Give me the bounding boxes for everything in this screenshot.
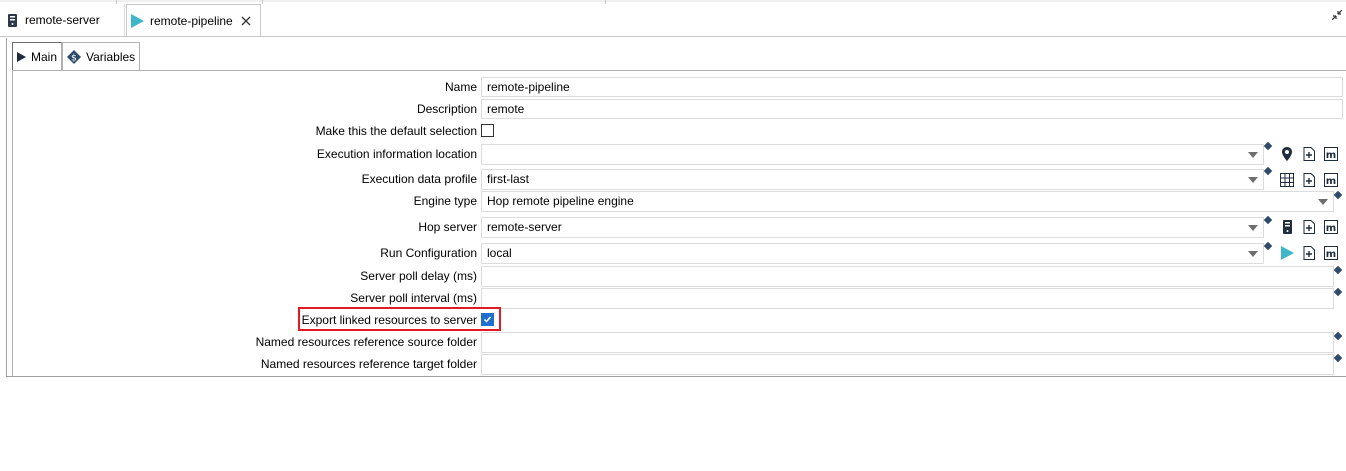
variable-marker-icon	[1263, 215, 1273, 225]
description-row: Description remote	[0, 99, 1346, 121]
execution-profile-label: Execution data profile	[361, 172, 477, 186]
hop-server-combo[interactable]: remote-server	[481, 217, 1264, 238]
new-file-icon[interactable]	[1301, 172, 1317, 188]
metadata-icon[interactable]: m	[1323, 146, 1339, 162]
server-icon	[8, 13, 17, 27]
execution-profile-row: Execution data profile first-last m	[0, 166, 1346, 191]
execution-info-label: Execution information location	[316, 147, 477, 161]
dropdown-arrow-icon[interactable]	[1248, 251, 1258, 257]
named-target-label: Named resources reference target folder	[260, 357, 477, 371]
execution-profile-combo[interactable]: first-last	[481, 169, 1264, 190]
name-row: Name remote-pipeline	[0, 77, 1346, 99]
description-label: Description	[416, 102, 477, 116]
default-selection-label: Make this the default selection	[315, 124, 477, 138]
variable-marker-icon	[1333, 190, 1343, 200]
hop-server-label: Hop server	[418, 220, 477, 234]
tab-main-label: Main	[31, 49, 58, 64]
svg-text:m: m	[1326, 223, 1336, 234]
engine-type-row: Engine type Hop remote pipeline engine	[0, 190, 1346, 213]
metadata-icon[interactable]: m	[1323, 172, 1339, 188]
tab-label: remote-pipeline	[150, 14, 233, 28]
tab-divider	[262, 0, 263, 4]
run-icon[interactable]	[1279, 245, 1295, 261]
hop-server-value: remote-server	[487, 220, 562, 234]
new-file-icon[interactable]	[1301, 245, 1317, 261]
svg-text:m: m	[1326, 249, 1336, 260]
tab-remote-pipeline[interactable]: remote-pipeline	[126, 4, 261, 37]
execution-profile-value: first-last	[487, 172, 529, 186]
new-file-icon[interactable]	[1301, 146, 1317, 162]
engine-type-value: Hop remote pipeline engine	[487, 194, 634, 208]
svg-text:m: m	[1326, 150, 1336, 161]
variable-marker-icon	[1333, 265, 1343, 275]
named-source-row: Named resources reference source folder	[0, 331, 1346, 354]
pipeline-icon	[131, 14, 144, 28]
restore-icon[interactable]	[1331, 9, 1343, 23]
named-source-label: Named resources reference source folder	[255, 335, 477, 349]
highlight-box	[298, 307, 501, 331]
tab-bar-top-border	[0, 0, 1346, 2]
engine-type-label: Engine type	[413, 194, 477, 208]
grid-icon[interactable]	[1279, 172, 1295, 188]
location-pin-icon[interactable]	[1279, 146, 1295, 162]
tab-bar-underline	[0, 36, 1346, 37]
tab-main[interactable]: Main	[12, 42, 63, 70]
run-configuration-value: local	[487, 246, 512, 260]
variable-marker-icon	[1263, 141, 1273, 151]
dropdown-arrow-icon[interactable]	[1248, 225, 1258, 231]
default-selection-checkbox[interactable]	[481, 124, 494, 137]
poll-delay-row: Server poll delay (ms)	[0, 265, 1346, 288]
variable-marker-icon	[1333, 353, 1343, 363]
run-configuration-label: Run Configuration	[380, 246, 477, 260]
execution-info-row: Execution information location m	[0, 141, 1346, 166]
description-input[interactable]: remote	[481, 99, 1343, 119]
named-target-row: Named resources reference target folder	[0, 353, 1346, 376]
hop-server-row: Hop server remote-server m	[0, 215, 1346, 239]
dropdown-arrow-icon[interactable]	[1318, 199, 1328, 205]
name-label: Name	[444, 80, 477, 94]
editor-tab-bar: remote-server remote-pipeline	[0, 0, 1346, 38]
svg-text:$: $	[71, 53, 77, 63]
poll-interval-row: Server poll interval (ms)	[0, 287, 1346, 310]
poll-delay-label: Server poll delay (ms)	[360, 269, 477, 283]
variable-marker-icon	[1333, 287, 1343, 297]
engine-type-combo[interactable]: Hop remote pipeline engine	[481, 191, 1334, 212]
dropdown-arrow-icon[interactable]	[1248, 152, 1258, 158]
poll-interval-input[interactable]	[481, 288, 1334, 309]
svg-text:m: m	[1326, 176, 1336, 187]
poll-interval-label: Server poll interval (ms)	[350, 291, 477, 305]
execution-info-combo[interactable]	[481, 144, 1264, 165]
named-target-input[interactable]	[481, 354, 1334, 375]
run-configuration-combo[interactable]: local	[481, 243, 1264, 264]
default-selection-row: Make this the default selection	[0, 121, 1346, 143]
panel-border	[12, 70, 1346, 71]
metadata-icon[interactable]: m	[1323, 219, 1339, 235]
export-resources-row: Export linked resources to server	[0, 310, 1346, 332]
variables-icon: $	[67, 49, 82, 64]
variable-marker-icon	[1263, 166, 1273, 176]
tab-divider	[605, 0, 606, 4]
dropdown-arrow-icon[interactable]	[1248, 177, 1258, 183]
sub-tab-bar: Main $ Variables	[12, 42, 141, 70]
variable-marker-icon	[1263, 241, 1273, 251]
server-icon[interactable]	[1279, 219, 1295, 235]
tab-label: remote-server	[25, 13, 100, 27]
metadata-icon[interactable]: m	[1323, 245, 1339, 261]
tab-variables[interactable]: $ Variables	[62, 42, 141, 70]
name-input[interactable]: remote-pipeline	[481, 77, 1343, 97]
close-icon[interactable]	[241, 16, 251, 26]
run-configuration-row: Run Configuration local m	[0, 241, 1346, 265]
tab-variables-label: Variables	[86, 49, 136, 64]
tab-remote-server[interactable]: remote-server	[0, 4, 125, 36]
variable-marker-icon	[1333, 331, 1343, 341]
poll-delay-input[interactable]	[481, 266, 1334, 287]
new-file-icon[interactable]	[1301, 219, 1317, 235]
play-icon	[17, 51, 26, 62]
named-source-input[interactable]	[481, 332, 1334, 353]
